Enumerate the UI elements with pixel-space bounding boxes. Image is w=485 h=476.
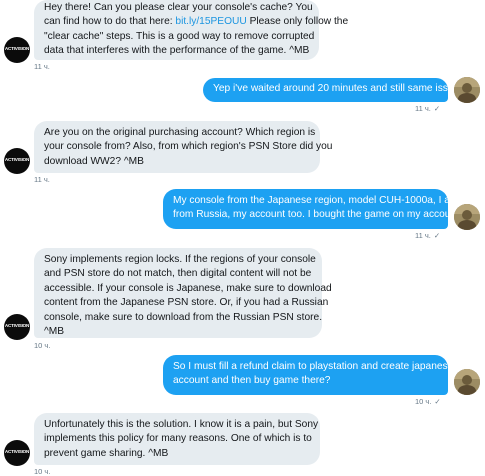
user-avatar[interactable] <box>454 204 480 230</box>
activision-logo-text: ACTIVISION <box>4 323 30 328</box>
message-timestamp: 10 ч. <box>34 467 51 476</box>
checkmark-icon: ✓ <box>433 231 441 240</box>
message-timestamp-row: 10 ч. ✓ <box>415 397 441 406</box>
message-bubble-incoming: Unfortunately this is the solution. I kn… <box>34 413 320 465</box>
message-timestamp: 10 ч. <box>415 397 432 406</box>
message-line: My console from the Japanese region, mod… <box>173 195 459 206</box>
message-link[interactable]: bit.ly/15PEOUU <box>175 16 246 27</box>
message-bubble-outgoing: So I must fill a refund claim to playsta… <box>163 355 454 395</box>
message-text: can find how to do that here: <box>44 16 176 28</box>
message-timestamp: 11 ч. <box>34 175 50 184</box>
message-line: implements this policy for many reasons.… <box>44 433 312 445</box>
activision-avatar[interactable]: ACTIVISION <box>4 440 30 466</box>
message-line: and PSN store do not match, then digital… <box>44 268 312 280</box>
message-bubble-incoming: Hey there! Can you please clear your con… <box>34 0 348 60</box>
activision-logo-text: ACTIVISION <box>4 157 30 162</box>
message-line: Unfortunately this is the solution. I kn… <box>44 419 319 430</box>
message-line: Are you on the original purchasing accou… <box>44 127 316 138</box>
user-photo-icon <box>454 204 480 230</box>
message-line: your console from? Also, from which regi… <box>44 141 333 153</box>
activision-avatar[interactable]: ACTIVISION <box>4 314 30 340</box>
activision-avatar[interactable]: ACTIVISION <box>4 148 30 174</box>
message-timestamp: 11 ч. <box>34 62 50 71</box>
message-line: content from the Japanese PSN store. Or,… <box>44 297 329 309</box>
message-bubble-incoming: Are you on the original purchasing accou… <box>34 121 333 173</box>
message-line: download WW2? ^MB <box>44 155 144 167</box>
message-timestamp: 11 ч. <box>415 104 431 113</box>
message-timestamp-row: 11 ч. ✓ <box>415 231 440 240</box>
message-timestamp: 10 ч. <box>34 341 51 350</box>
activision-logo-text: ACTIVISION <box>4 46 30 51</box>
message-line: Hey there! Can you please clear your con… <box>44 2 313 13</box>
checkmark-icon: ✓ <box>433 104 441 113</box>
message-line: "clear cache" steps. This is a good way … <box>44 30 315 42</box>
message-line: data that interferes with the performanc… <box>44 45 310 57</box>
message-line: ^MB <box>44 326 65 338</box>
user-photo-icon <box>454 77 480 103</box>
user-avatar[interactable] <box>454 369 480 395</box>
message-timestamp: 11 ч. <box>415 231 431 240</box>
activision-logo-text: ACTIVISION <box>4 449 30 454</box>
message-timestamp-row: 11 ч. ✓ <box>415 104 440 113</box>
activision-avatar[interactable]: ACTIVISION <box>4 37 30 63</box>
message-line: Sony implements region locks. If the reg… <box>44 254 316 265</box>
message-line: from Russia, my account too. I bought th… <box>173 209 462 221</box>
message-bubble-outgoing: My console from the Japanese region, mod… <box>163 189 462 229</box>
message-line: console, make sure to download from the … <box>44 311 323 323</box>
message-line: can find how to do that here: bit.ly/15P… <box>44 15 348 29</box>
message-bubble-outgoing: Yep i've waited around 20 minutes and st… <box>203 78 460 102</box>
user-photo-icon <box>454 369 480 395</box>
message-line: Yep i've waited around 20 minutes and st… <box>213 83 460 94</box>
message-line: account and then buy game there? <box>173 375 331 387</box>
message-line: prevent game sharing. ^MB <box>44 447 169 459</box>
message-line: So I must fill a refund claim to playsta… <box>173 361 454 372</box>
checkmark-icon: ✓ <box>434 397 441 406</box>
message-text: Please only follow the <box>246 16 349 28</box>
message-bubble-incoming: Sony implements region locks. If the reg… <box>34 248 332 338</box>
message-line: accessible. If your console is Japanese,… <box>44 282 332 294</box>
user-avatar[interactable] <box>454 77 480 103</box>
